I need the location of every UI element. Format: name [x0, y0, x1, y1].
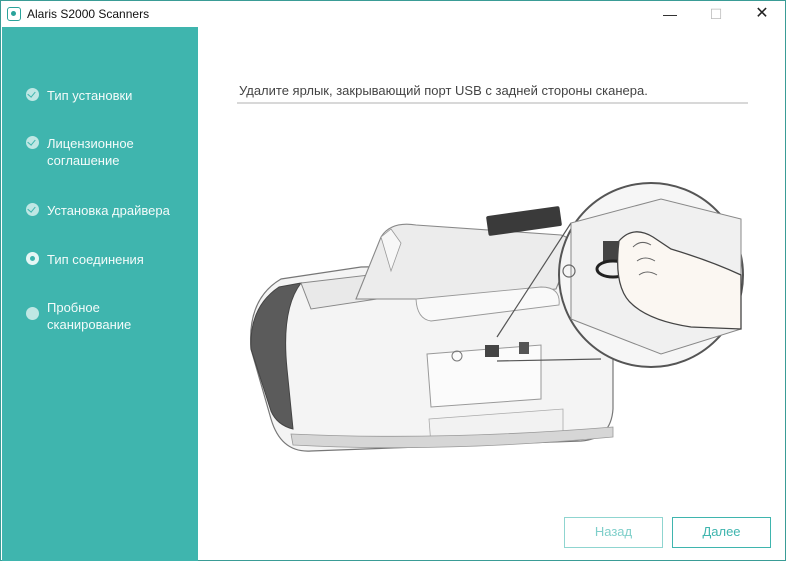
step-label: Тип установки	[47, 88, 133, 103]
steps-sidebar: Тип установки Лицензионное соглашение Ус…	[2, 27, 198, 561]
instruction-text: Удалите ярлык, закрывающий порт USB с за…	[239, 83, 648, 98]
check-icon	[26, 88, 39, 101]
divider	[237, 102, 748, 104]
back-button[interactable]: Назад	[564, 517, 663, 548]
step-label: Тип соединения	[47, 252, 144, 267]
pending-step-icon	[26, 307, 39, 320]
close-button[interactable]: ✕	[739, 1, 785, 27]
step-label: Пробное сканирование	[47, 300, 132, 332]
zoom-callout	[558, 182, 744, 368]
installer-window: Alaris S2000 Scanners — ☐ ✕ Тип установк…	[0, 0, 786, 561]
check-icon	[26, 203, 39, 216]
title-bar: Alaris S2000 Scanners — ☐ ✕	[1, 1, 785, 27]
window-title: Alaris S2000 Scanners	[27, 7, 150, 21]
current-step-icon	[26, 252, 39, 265]
maximize-button[interactable]: ☐	[693, 1, 739, 27]
scanner-illustration	[249, 182, 744, 452]
minimize-button[interactable]: —	[647, 1, 693, 27]
step-label: Лицензионное соглашение	[47, 136, 134, 168]
step-label: Установка драйвера	[47, 203, 170, 218]
app-icon	[7, 7, 21, 21]
next-button[interactable]: Далее	[672, 517, 771, 548]
check-icon	[26, 136, 39, 149]
